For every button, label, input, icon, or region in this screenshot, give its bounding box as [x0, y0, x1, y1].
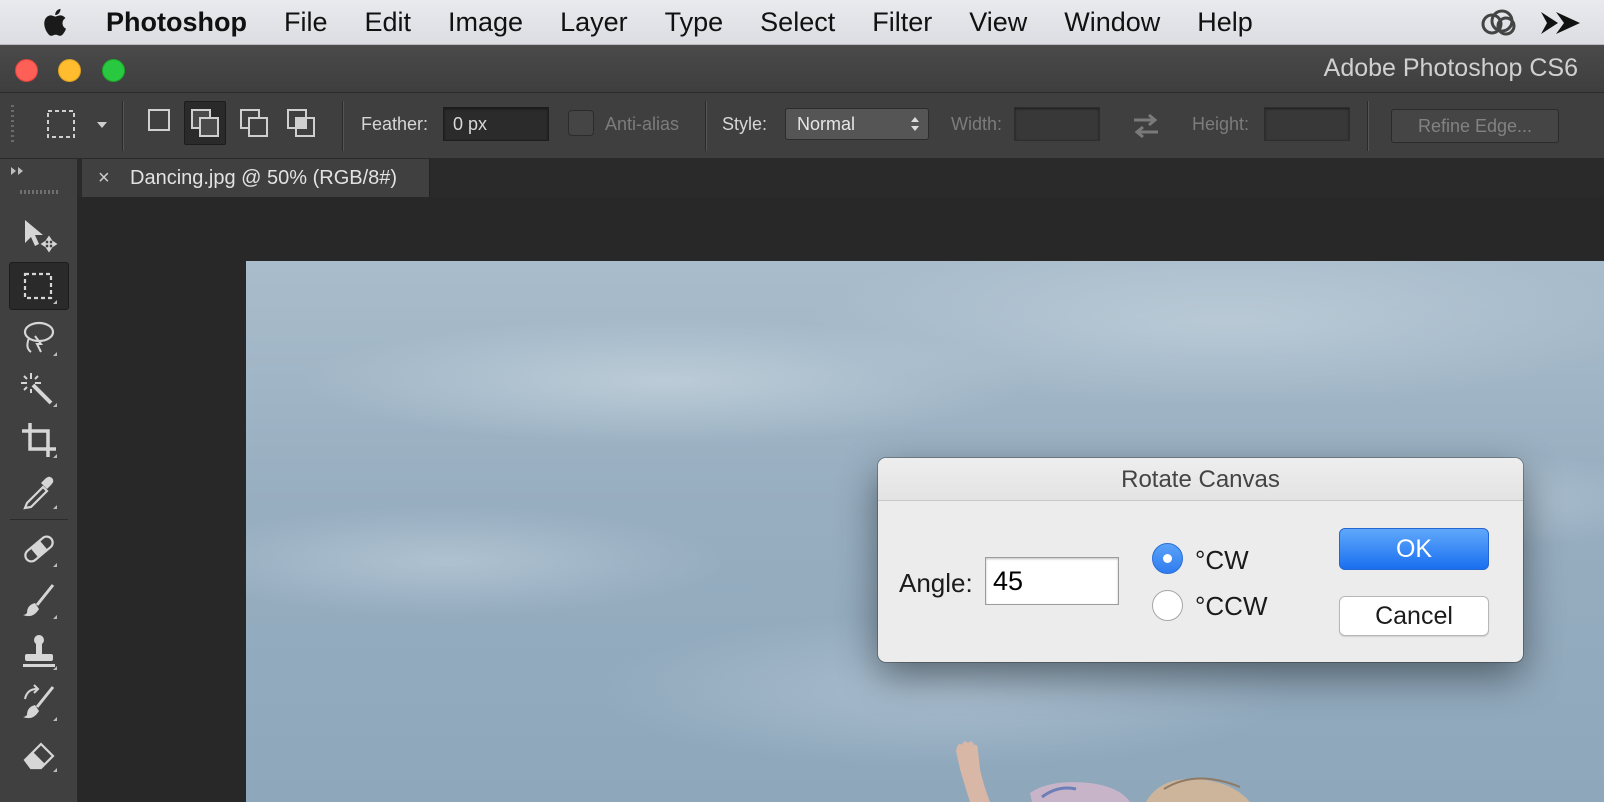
document-tab-title: Dancing.jpg @ 50% (RGB/8#): [130, 167, 398, 189]
ccw-label[interactable]: °CCW: [1195, 591, 1268, 622]
preset-dropdown-arrow-icon[interactable]: [96, 121, 108, 129]
crop-tool[interactable]: [9, 416, 69, 464]
width-input[interactable]: [1014, 107, 1100, 141]
cw-label[interactable]: °CW: [1195, 545, 1249, 576]
anti-alias-checkbox[interactable]: [568, 110, 594, 136]
eyedropper-tool[interactable]: [9, 467, 69, 515]
healing-brush-tool[interactable]: [9, 525, 69, 573]
height-input[interactable]: [1264, 107, 1350, 141]
intersect-selection-icon[interactable]: [284, 105, 318, 141]
healing-brush-tool-icon: [24, 535, 57, 567]
tools-panel: [0, 159, 78, 802]
add-to-selection-button[interactable]: [184, 101, 226, 145]
swap-width-height-icon[interactable]: [1130, 111, 1162, 141]
menu-filter[interactable]: Filter: [872, 7, 932, 38]
menu-window[interactable]: Window: [1064, 7, 1160, 38]
close-window-button[interactable]: [15, 59, 38, 82]
menu-edit[interactable]: Edit: [365, 7, 412, 38]
marquee-preset-icon[interactable]: [44, 107, 78, 141]
history-brush-tool[interactable]: [9, 679, 69, 727]
menu-help[interactable]: Help: [1197, 7, 1253, 38]
document-tab-bar: × Dancing.jpg @ 50% (RGB/8#): [78, 159, 1604, 197]
menu-image[interactable]: Image: [448, 7, 523, 38]
lasso-tool-icon: [23, 321, 57, 356]
refine-edge-button[interactable]: Refine Edge...: [1391, 109, 1559, 143]
cancel-button[interactable]: Cancel: [1339, 596, 1489, 636]
style-label: Style:: [722, 114, 768, 134]
menu-type[interactable]: Type: [665, 7, 724, 38]
menu-bar: Photoshop File Edit Image Layer Type Sel…: [0, 0, 1604, 45]
new-selection-icon[interactable]: [146, 107, 172, 133]
minimize-window-button[interactable]: [58, 59, 81, 82]
select-updown-arrows-icon: [911, 117, 919, 131]
rotate-canvas-dialog: Rotate Canvas Angle: °CW °CCW OK Cancel: [878, 458, 1523, 662]
fast-forward-status-icon[interactable]: [1538, 6, 1584, 40]
crop-tool-icon: [22, 423, 57, 458]
rectangular-marquee-tool-icon: [23, 272, 57, 304]
magic-wand-tool[interactable]: [9, 365, 69, 413]
zoom-window-button[interactable]: [102, 59, 125, 82]
height-label: Height:: [1192, 114, 1250, 134]
window-title: Adobe Photoshop CS6: [1323, 54, 1578, 82]
style-select-value: Normal: [797, 114, 856, 134]
menu-app-name[interactable]: Photoshop: [106, 7, 247, 38]
rectangular-marquee-tool[interactable]: [9, 262, 69, 310]
brush-tool[interactable]: [9, 577, 69, 625]
feather-input[interactable]: 0 px: [443, 107, 549, 141]
clone-stamp-tool[interactable]: [9, 628, 69, 676]
clone-stamp-tool-icon: [23, 635, 57, 670]
menu-select[interactable]: Select: [760, 7, 835, 38]
width-label: Width:: [951, 114, 1003, 134]
dancer-figure-image: [956, 741, 1250, 802]
move-tool-icon: [25, 220, 58, 253]
angle-input[interactable]: [985, 557, 1119, 605]
cw-radio[interactable]: [1152, 543, 1183, 574]
brush-tool-icon: [23, 584, 57, 619]
add-to-selection-icon: [191, 109, 219, 137]
eyedropper-tool-icon: [23, 476, 57, 510]
history-brush-tool-icon: [23, 684, 57, 721]
menu-file[interactable]: File: [284, 7, 328, 38]
move-tool[interactable]: [9, 211, 69, 259]
eraser-tool[interactable]: [9, 730, 69, 778]
magic-wand-tool-icon: [21, 373, 57, 407]
feather-label: Feather:: [361, 114, 429, 134]
eraser-tool-icon: [23, 742, 57, 772]
dialog-title: Rotate Canvas: [878, 458, 1523, 501]
ok-button[interactable]: OK: [1339, 528, 1489, 570]
close-tab-icon[interactable]: ×: [98, 159, 110, 197]
menu-layer[interactable]: Layer: [560, 7, 628, 38]
panel-grip-icon[interactable]: [20, 189, 60, 195]
style-select[interactable]: Normal: [785, 108, 929, 140]
document-tab[interactable]: × Dancing.jpg @ 50% (RGB/8#): [82, 159, 430, 197]
anti-alias-label: Anti-alias: [605, 114, 680, 134]
options-bar: Feather: 0 px Anti-alias Style: Normal W…: [0, 93, 1604, 159]
window-title-bar: Adobe Photoshop CS6: [0, 45, 1604, 93]
options-bar-grip-icon[interactable]: [9, 103, 17, 149]
apple-logo-icon[interactable]: [38, 4, 74, 40]
collapse-panel-icon[interactable]: [10, 166, 26, 176]
lasso-tool[interactable]: [9, 314, 69, 362]
creative-cloud-icon[interactable]: [1478, 6, 1518, 40]
angle-label: Angle:: [899, 568, 973, 598]
ccw-radio[interactable]: [1152, 590, 1183, 621]
subtract-from-selection-icon[interactable]: [237, 105, 271, 141]
menu-view[interactable]: View: [969, 7, 1027, 38]
